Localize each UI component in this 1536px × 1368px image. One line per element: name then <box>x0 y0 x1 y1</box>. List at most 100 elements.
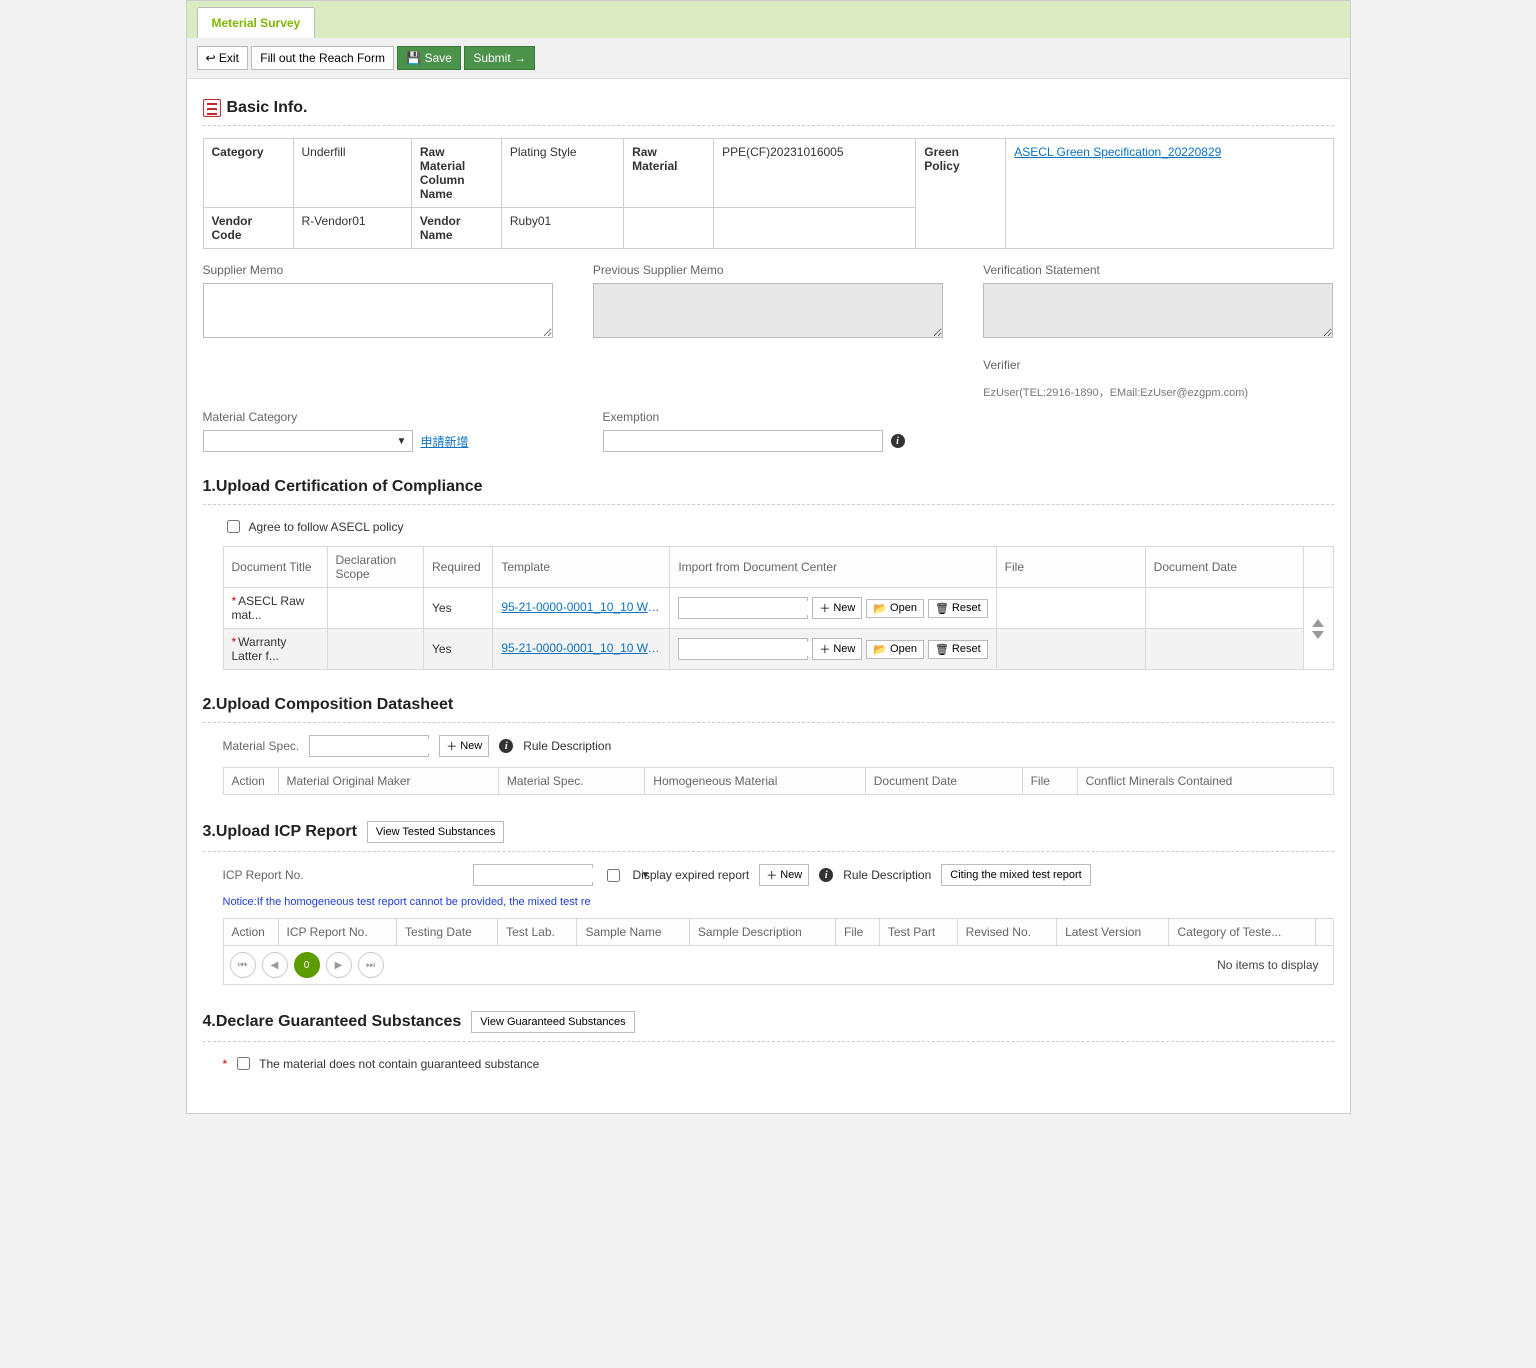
table-row: *ASECL Raw mat... Yes 95-21-0000-0001_10… <box>223 588 1333 629</box>
decl-scope-cell <box>327 588 423 629</box>
col-homog: Homogeneous Material <box>645 768 865 795</box>
pager-last-button[interactable]: ⏭ <box>358 952 384 978</box>
section2-title: 2.Upload Composition Datasheet <box>203 696 1334 723</box>
new-button[interactable]: ＋New <box>812 638 862 660</box>
save-icon: 💾 <box>406 51 421 65</box>
col-doc-title: Document Title <box>223 547 327 588</box>
exit-label: Exit <box>219 51 239 65</box>
rule-description-label: Rule Description <box>523 739 611 753</box>
basic-info-title: Basic Info. <box>227 99 308 117</box>
open-button[interactable]: 📂Open <box>866 599 924 618</box>
col-test-lab: Test Lab. <box>498 919 577 946</box>
col-sample-name: Sample Name <box>577 919 689 946</box>
section4-title: 4.Declare Guaranteed Substances <box>203 1013 462 1031</box>
required-marker: * <box>232 635 237 649</box>
info-icon[interactable]: i <box>891 434 905 448</box>
col-latest-version: Latest Version <box>1057 919 1169 946</box>
fill-reach-button[interactable]: Fill out the Reach Form <box>251 46 394 70</box>
new-button[interactable]: ＋New <box>759 864 809 886</box>
pager-first-button[interactable]: ⏮ <box>230 952 256 978</box>
vendor-name-label: Vendor Name <box>411 208 501 249</box>
row-down-icon[interactable] <box>1312 631 1324 639</box>
view-guaranteed-button[interactable]: View Guaranteed Substances <box>471 1011 634 1033</box>
verification-input <box>983 283 1333 338</box>
reset-button[interactable]: 🗑Reset <box>928 640 988 659</box>
basic-info-heading: Basic Info. <box>203 99 1334 126</box>
info-icon[interactable]: i <box>819 868 833 882</box>
display-expired-label: Display expired report <box>633 868 750 882</box>
category-value: Underfill <box>293 139 411 208</box>
exit-button[interactable]: ↩ Exit <box>197 46 248 70</box>
import-select[interactable]: ▼ <box>678 597 808 619</box>
col-import: Import from Document Center <box>670 547 996 588</box>
pager-current-page[interactable]: 0 <box>294 952 320 978</box>
agree-policy-label: Agree to follow ASECL policy <box>249 520 404 534</box>
col-template: Template <box>493 547 670 588</box>
no-items-text: No items to display <box>1217 958 1326 972</box>
col-conflict: Conflict Minerals Contained <box>1077 768 1333 795</box>
apply-new-link[interactable]: 申請新增 <box>421 433 469 450</box>
supplier-memo-input[interactable] <box>203 283 553 338</box>
icp-no-select[interactable]: ▼ <box>473 864 593 886</box>
plus-icon: ＋ <box>819 600 830 616</box>
exemption-label: Exemption <box>603 410 963 424</box>
no-guaranteed-checkbox[interactable] <box>237 1057 250 1070</box>
col-revised-no: Revised No. <box>957 919 1056 946</box>
agree-policy-checkbox[interactable] <box>227 520 240 533</box>
supplier-memo-label: Supplier Memo <box>203 263 553 277</box>
col-doc-date: Document Date <box>865 768 1022 795</box>
col-required: Required <box>424 547 493 588</box>
open-button[interactable]: 📂Open <box>866 640 924 659</box>
new-button[interactable]: ＋New <box>439 735 489 757</box>
import-select[interactable]: ▼ <box>678 638 808 660</box>
doc-date-cell <box>1145 629 1304 670</box>
info-icon[interactable]: i <box>499 739 513 753</box>
col-decl-scope: Declaration Scope <box>327 547 423 588</box>
col-file: File <box>996 547 1145 588</box>
folder-open-icon: 📂 <box>873 643 887 656</box>
pager-next-button[interactable]: ▶ <box>326 952 352 978</box>
tab-material-survey[interactable]: Meterial Survey <box>197 7 316 38</box>
material-spec-select[interactable]: ▼ <box>309 735 429 757</box>
col-file: File <box>836 919 880 946</box>
col-action: Action <box>223 919 278 946</box>
tab-bar: Meterial Survey <box>187 1 1350 38</box>
display-expired-checkbox[interactable] <box>607 869 620 882</box>
decl-scope-cell <box>327 629 423 670</box>
composition-table: Action Material Original Maker Material … <box>223 767 1334 795</box>
submit-button[interactable]: Submit → <box>464 46 535 70</box>
col-action: Action <box>223 768 278 795</box>
pager-prev-button[interactable]: ◀ <box>262 952 288 978</box>
required-cell: Yes <box>424 629 493 670</box>
green-policy-link[interactable]: ASECL Green Specification_20220829 <box>1014 145 1221 159</box>
folder-open-icon: 📂 <box>873 602 887 615</box>
view-tested-button[interactable]: View Tested Substances <box>367 821 504 843</box>
prev-supplier-memo-input <box>593 283 943 338</box>
vendor-code-label: Vendor Code <box>203 208 293 249</box>
material-category-select[interactable]: ▼ <box>203 430 413 452</box>
plus-icon: ＋ <box>766 867 777 883</box>
plus-icon: ＋ <box>819 641 830 657</box>
icp-no-label: ICP Report No. <box>223 868 463 882</box>
template-link[interactable]: 95-21-0000-0001_10_10 Warranty... <box>501 641 661 655</box>
notice-text: Notice:If the homogeneous test report ca… <box>223 896 591 908</box>
new-button[interactable]: ＋New <box>812 597 862 619</box>
col-file: File <box>1022 768 1077 795</box>
reset-button[interactable]: 🗑Reset <box>928 599 988 618</box>
save-button[interactable]: 💾 Save <box>397 46 461 70</box>
table-row: *Warranty Latter f... Yes 95-21-0000-000… <box>223 629 1333 670</box>
col-icp-no: ICP Report No. <box>278 919 397 946</box>
row-up-icon[interactable] <box>1312 619 1324 627</box>
fill-reach-label: Fill out the Reach Form <box>260 51 385 65</box>
raw-mat-col-label: Raw Material Column Name <box>411 139 501 208</box>
col-orig-maker: Material Original Maker <box>278 768 498 795</box>
section3-title-row: 3.Upload ICP Report View Tested Substanc… <box>203 821 1334 852</box>
raw-material-value: PPE(CF)20231016005 <box>714 139 916 208</box>
template-link[interactable]: 95-21-0000-0001_10_10 Warranty... <box>501 600 661 614</box>
toolbar: ↩ Exit Fill out the Reach Form 💾 Save Su… <box>187 38 1350 79</box>
citing-mixed-button[interactable]: Citing the mixed test report <box>941 864 1090 886</box>
verifier-label: Verifier <box>983 358 1333 372</box>
exemption-input[interactable] <box>603 430 883 452</box>
trash-icon: 🗑 <box>935 602 949 615</box>
material-category-input[interactable] <box>204 434 392 448</box>
